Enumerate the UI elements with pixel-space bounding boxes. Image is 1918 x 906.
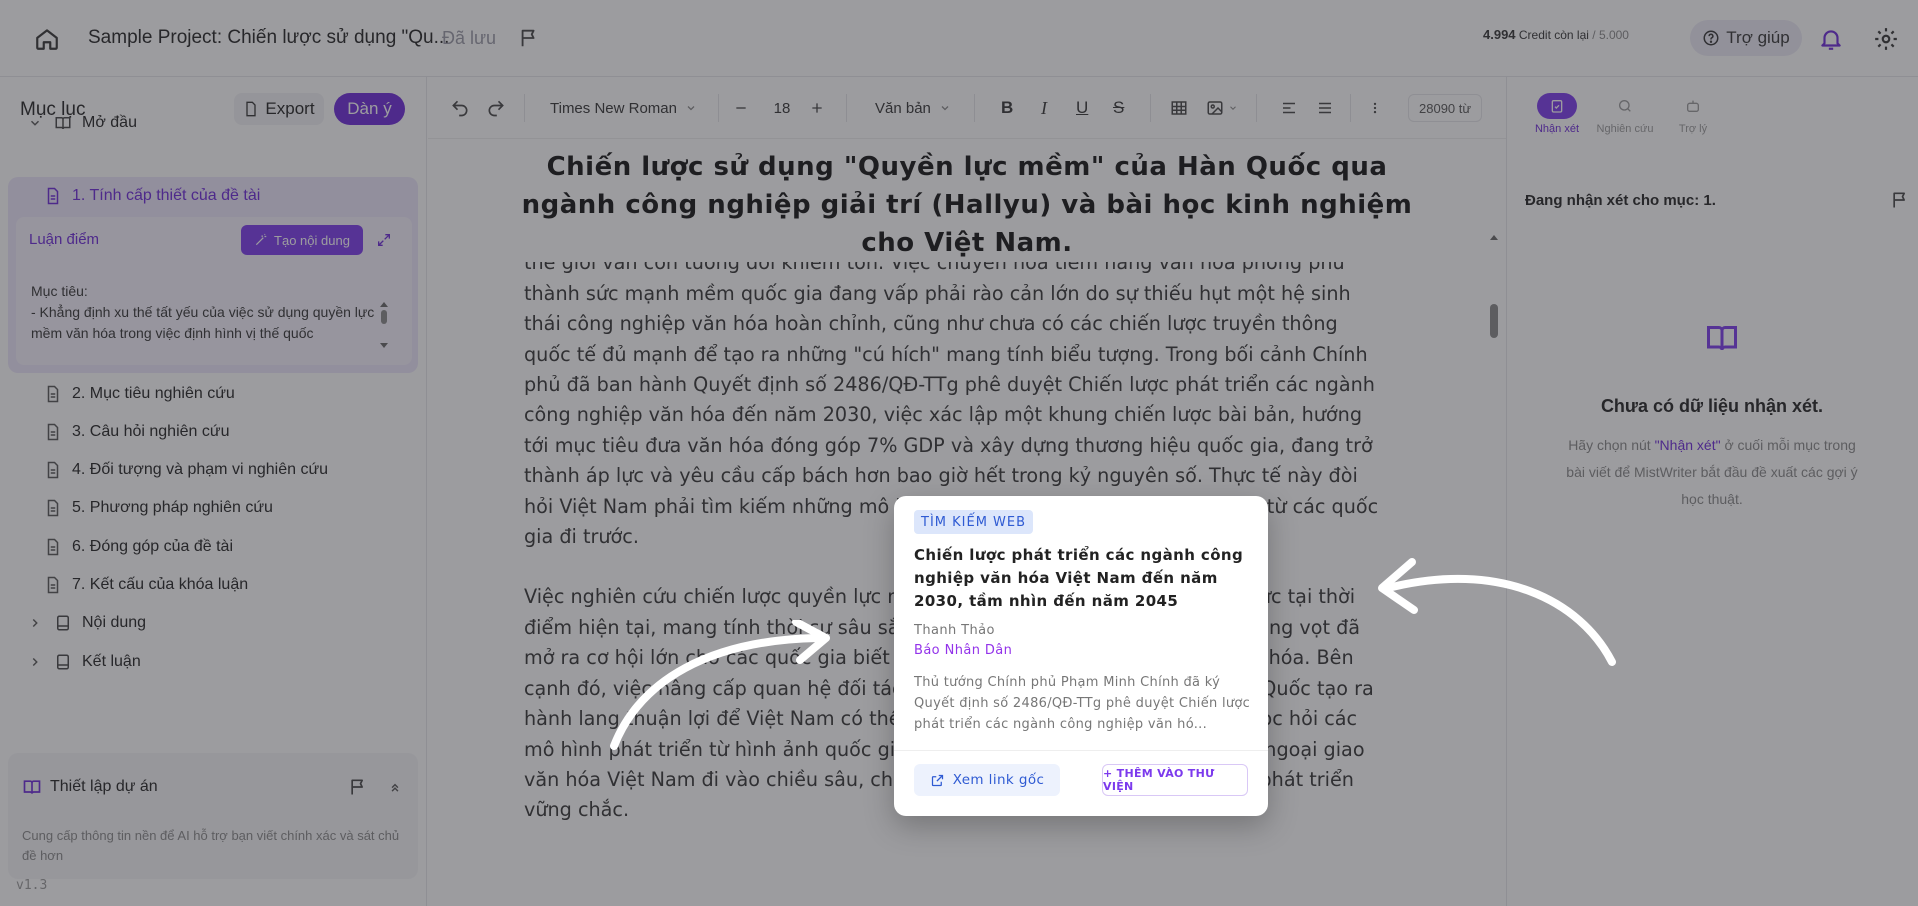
result-description: Thủ tướng Chính phủ Phạm Minh Chính đã k… xyxy=(914,675,1251,732)
result-author: Thanh Thảo xyxy=(914,623,995,638)
web-search-tag: TÌM KIẾM WEB xyxy=(914,510,1034,534)
view-original-link-button[interactable]: Xem link gốc xyxy=(914,764,1060,796)
result-title[interactable]: Chiến lược phát triển các ngành công ngh… xyxy=(914,544,1254,613)
curved-arrow-icon xyxy=(610,620,830,750)
add-to-library-button[interactable]: + THÊM VÀO THƯ VIỆN xyxy=(1102,764,1248,796)
view-link-label: Xem link gốc xyxy=(952,772,1045,788)
result-source[interactable]: Báo Nhân Dân xyxy=(914,643,1012,658)
curved-arrow-icon xyxy=(1378,558,1616,666)
external-link-icon xyxy=(931,774,943,786)
web-search-result-card: TÌM KIẾM WEB Chiến lược phát triển các n… xyxy=(894,496,1268,816)
card-divider xyxy=(894,750,1268,751)
